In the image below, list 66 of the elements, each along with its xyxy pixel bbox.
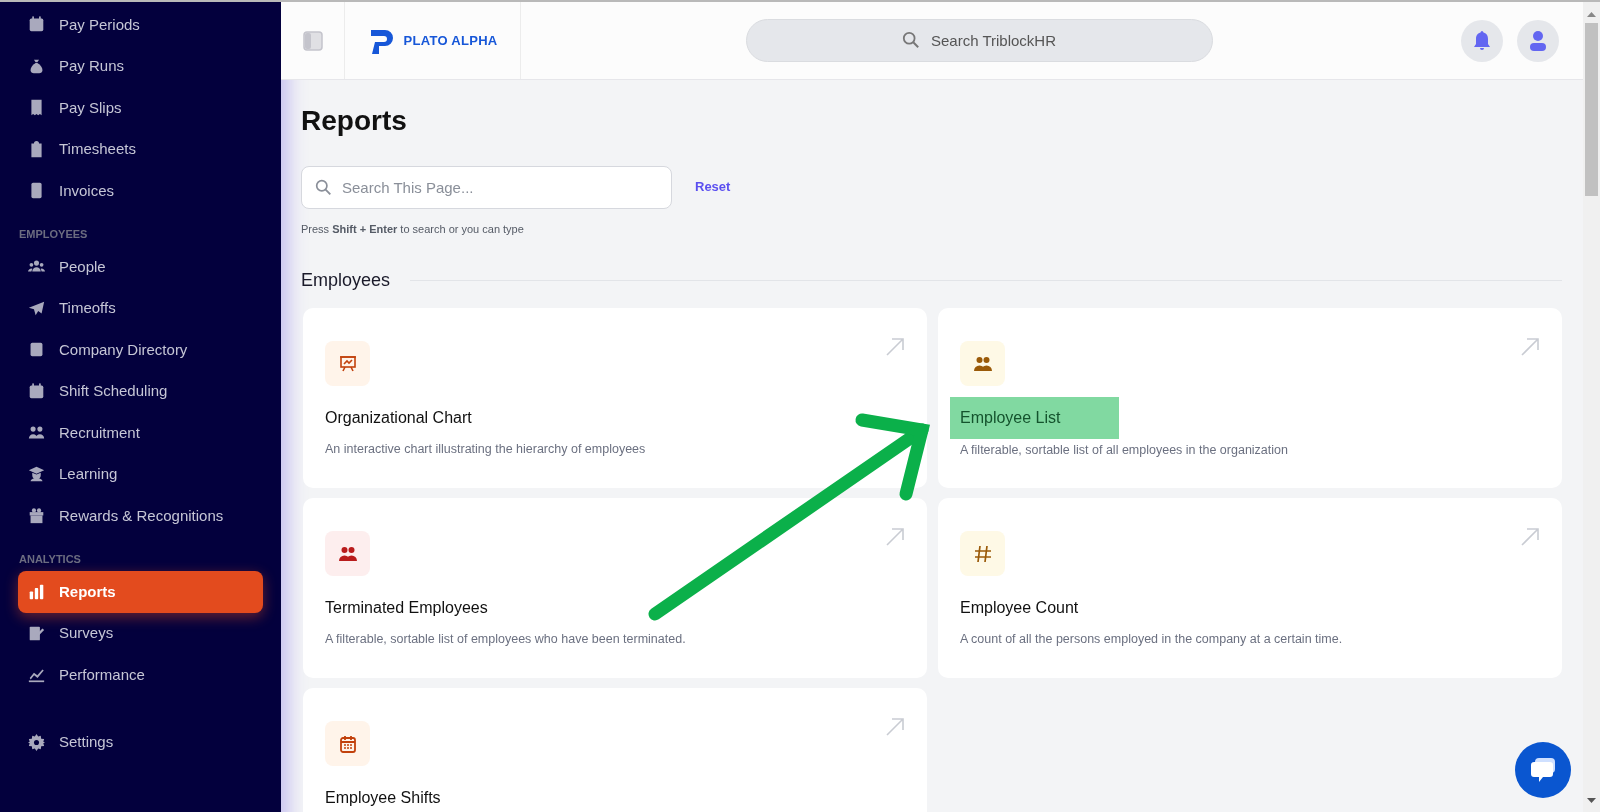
card-title: Terminated Employees	[325, 598, 488, 619]
hash-icon	[972, 543, 993, 564]
calendar-icon	[337, 733, 358, 754]
graduate-icon	[28, 465, 45, 483]
report-card[interactable]: Employee Count A count of all the persons employed in the company at a certain time.	[938, 498, 1562, 679]
sidebar-item[interactable]: Recruitment	[18, 412, 263, 454]
sidebar-item[interactable]: Pay Periods	[18, 4, 263, 46]
sidebar-item[interactable]: Performance	[18, 654, 263, 696]
money-bag-icon	[28, 57, 45, 75]
sidebar-item[interactable]: Pay Runs	[18, 45, 263, 87]
report-card[interactable]: Terminated Employees A filterable, sortable list of employees who have been terminated.	[303, 498, 927, 679]
diagonal-arrow-icon	[885, 716, 905, 737]
gear-icon	[28, 733, 45, 751]
avatar-button[interactable]	[1517, 19, 1559, 62]
calendar-icon	[28, 16, 45, 34]
card-title: Employee Count	[960, 598, 1079, 619]
search-field[interactable]: Search TriblockHR	[746, 19, 1213, 62]
card-title: Organizational Chart	[325, 408, 472, 429]
sidebar-item[interactable]: Invoices	[18, 170, 263, 212]
sidebar-item[interactable]: Reports	[18, 571, 263, 613]
sidebar-item[interactable]: Pay Slips	[18, 87, 263, 129]
report-card[interactable]: Employee Shifts	[303, 688, 927, 812]
sidebar-item[interactable]: Settings	[18, 721, 263, 763]
receipt-icon	[28, 99, 45, 117]
sidebar-item[interactable]: Timesheets	[18, 128, 263, 170]
bar-chart-icon	[28, 583, 45, 601]
presentation-chart-icon	[337, 353, 358, 374]
section-title: Employees	[301, 269, 391, 293]
sidebar-item[interactable]: Rewards & Recognitions	[18, 495, 263, 537]
section-heading: ANALYTICS	[18, 551, 82, 567]
search-hint: Press Shift + Enter to search or you can type	[301, 221, 525, 237]
report-card[interactable]: Organizational Chart An interactive chart illustrating the hierarchy of employees	[303, 308, 927, 489]
user-icon	[1528, 29, 1548, 52]
notifications-button[interactable]	[1461, 19, 1503, 62]
sidebar-item[interactable]: Shift Scheduling	[18, 370, 263, 412]
line-chart-icon	[28, 666, 45, 684]
search-field[interactable]: Search This Page...	[301, 165, 672, 209]
highlighted-card-title: Employee List	[950, 397, 1119, 440]
form-pencil-icon	[28, 624, 45, 642]
calendar-icon	[28, 382, 45, 400]
sidebar-toggle-icon[interactable]	[302, 28, 323, 53]
bell-icon	[1472, 29, 1492, 52]
card-description: A count of all the persons employed in the company at a certain time.	[960, 631, 1344, 649]
card-description: A filterable, sortable list of all employees in the organization	[960, 442, 1289, 460]
card-description: A filterable, sortable list of employees who have been terminated.	[325, 631, 687, 649]
diagonal-arrow-icon	[1520, 526, 1540, 547]
chat-bubbles-icon	[1529, 757, 1557, 783]
diagonal-arrow-icon	[1520, 336, 1540, 357]
sidebar-item[interactable]: People	[18, 246, 263, 288]
sidebar-item[interactable]: Learning	[18, 453, 263, 495]
chat-button[interactable]	[1515, 742, 1571, 798]
sidebar-item[interactable]: Surveys	[18, 612, 263, 654]
clipboard-icon	[28, 140, 45, 158]
sidebar-item[interactable]: Timeoffs	[18, 287, 263, 329]
page-title: Reports	[301, 104, 408, 138]
diagonal-arrow-icon	[885, 336, 905, 357]
card-title: Employee Shifts	[325, 788, 441, 809]
diagonal-arrow-icon	[885, 526, 905, 547]
sidebar-item[interactable]: Company Directory	[18, 329, 263, 371]
gift-icon	[28, 507, 45, 525]
airplane-icon	[28, 299, 45, 317]
card-description: An interactive chart illustrating the hierarchy of employees	[325, 441, 647, 459]
reset-link[interactable]: Reset	[695, 177, 731, 197]
logo-text: PLATO ALPHA	[403, 31, 498, 50]
section-heading: EMPLOYEES	[18, 226, 89, 242]
report-card[interactable]: Employee List A filterable, sortable list of all employees in the organization	[938, 308, 1562, 489]
